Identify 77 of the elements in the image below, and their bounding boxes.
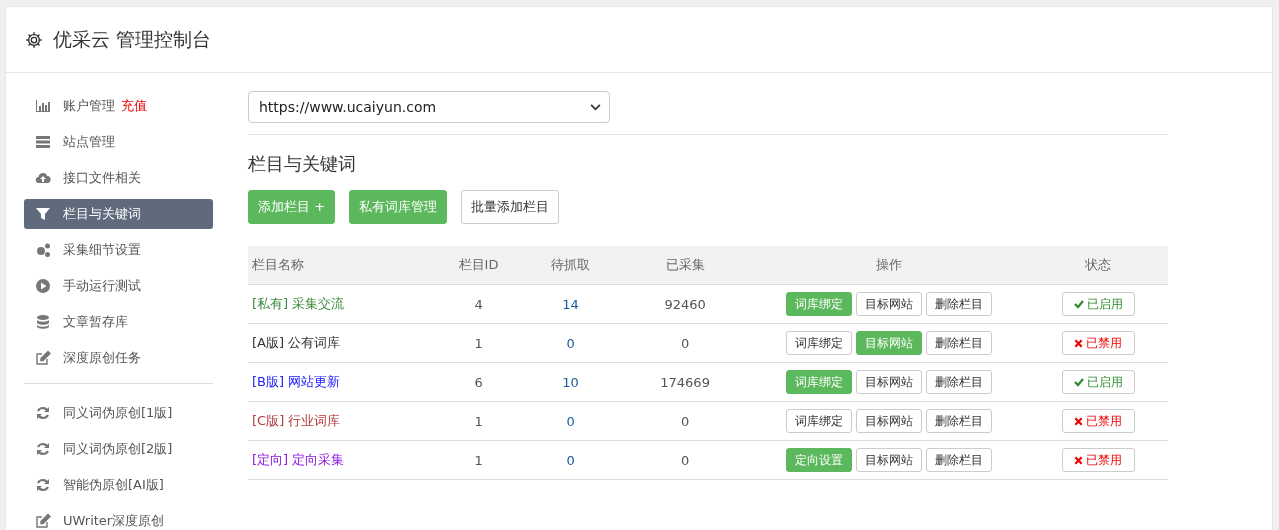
sidebar-item[interactable]: 深度原创任务: [24, 343, 213, 373]
column-name[interactable]: [私有] 采集交流: [248, 295, 437, 313]
sidebar-item[interactable]: 智能伪原创[AI版]: [24, 470, 213, 500]
sidebar-item[interactable]: 站点管理: [24, 127, 213, 157]
action-button[interactable]: 删除栏目: [926, 292, 993, 316]
table-cell-text: 174669: [659, 374, 711, 390]
table-cell-text: 1: [473, 413, 484, 429]
action-button[interactable]: 词库绑定: [786, 331, 853, 355]
close-icon: [1074, 455, 1084, 465]
sidebar-item[interactable]: 同义词伪原创[2版]: [24, 434, 213, 464]
sidebar-item[interactable]: 接口文件相关: [24, 163, 213, 193]
status-button[interactable]: 已禁用: [1061, 331, 1135, 355]
close-icon: [1074, 338, 1084, 348]
table-cell-text: 0: [679, 413, 691, 429]
sidebar-item[interactable]: UWriter深度原创: [24, 506, 213, 530]
site-select[interactable]: https://www.ucaiyun.com: [248, 91, 610, 123]
recharge-link[interactable]: 充值: [121, 97, 147, 115]
table-cell-text: 4: [473, 296, 484, 312]
sidebar-item[interactable]: 文章暂存库: [24, 307, 213, 337]
column-name[interactable]: [C版] 行业词库: [248, 412, 437, 430]
database-icon: [35, 314, 51, 330]
close-icon: [1074, 416, 1084, 426]
edit-icon: [35, 350, 51, 366]
settings-icon: [25, 30, 43, 49]
sidebar-item[interactable]: 同义词伪原创[1版]: [24, 398, 213, 428]
table-cell-text: 6: [473, 374, 484, 390]
action-button[interactable]: 目标网站: [856, 448, 923, 472]
check-icon: [1073, 299, 1084, 309]
toolbar-button[interactable]: 批量添加栏目: [461, 190, 560, 224]
status-button[interactable]: 已启用: [1061, 292, 1135, 316]
filter-icon: [35, 206, 51, 222]
check-icon: [1073, 377, 1084, 387]
table-cell-text: 10: [561, 374, 580, 390]
action-button[interactable]: 删除栏目: [926, 331, 993, 355]
refresh-icon: [35, 441, 51, 457]
sidebar-item[interactable]: 账户管理 充值: [24, 91, 213, 121]
sidebar-item[interactable]: 采集细节设置: [24, 235, 213, 265]
sidebar-item[interactable]: 栏目与关键词: [24, 199, 213, 229]
table-cell-text: 1: [473, 335, 484, 351]
status-button[interactable]: 已启用: [1061, 370, 1135, 394]
edit-icon: [35, 513, 51, 529]
table-cell-text: 92460: [663, 296, 707, 312]
status-button[interactable]: 已禁用: [1061, 448, 1135, 472]
column-header: 待抓取: [550, 256, 592, 274]
column-header: 状态: [1084, 256, 1113, 274]
chart-icon: [35, 98, 51, 114]
column-header: 已采集: [664, 256, 706, 274]
table-cell-text: 14: [561, 296, 580, 312]
table-cell-text: 1: [473, 452, 484, 468]
column-name[interactable]: [定向] 定向采集: [248, 451, 437, 469]
refresh-icon: [35, 477, 51, 493]
action-button[interactable]: 目标网站: [856, 370, 923, 394]
section-title: 栏目与关键词: [248, 152, 357, 176]
refresh-icon: [35, 405, 51, 421]
sidebar-item[interactable]: 手动运行测试: [24, 271, 213, 301]
column-name[interactable]: [A版] 公有词库: [248, 334, 437, 352]
play-icon: [35, 278, 51, 294]
action-button[interactable]: 词库绑定: [786, 409, 853, 433]
column-header: 栏目名称: [251, 256, 305, 274]
table-cell-text: 0: [565, 452, 576, 468]
server-icon: [35, 134, 51, 150]
column-name[interactable]: [B版] 网站更新: [248, 373, 437, 391]
action-button[interactable]: 删除栏目: [926, 409, 993, 433]
table-cell-text: 0: [679, 452, 691, 468]
table-cell-text: 0: [679, 335, 691, 351]
cloud-icon: [35, 170, 51, 186]
status-button[interactable]: 已禁用: [1061, 409, 1135, 433]
action-button[interactable]: 删除栏目: [926, 448, 993, 472]
action-button[interactable]: 目标网站: [856, 409, 923, 433]
action-button[interactable]: 目标网站: [856, 292, 923, 316]
console-title: 优采云 管理控制台: [53, 26, 212, 52]
chevron-down-icon: [590, 103, 601, 111]
table-cell-text: 0: [565, 335, 576, 351]
column-header: 操作: [875, 256, 904, 274]
column-header: 栏目ID: [457, 256, 500, 274]
action-button[interactable]: 删除栏目: [926, 370, 993, 394]
table-cell-text: 0: [565, 413, 576, 429]
